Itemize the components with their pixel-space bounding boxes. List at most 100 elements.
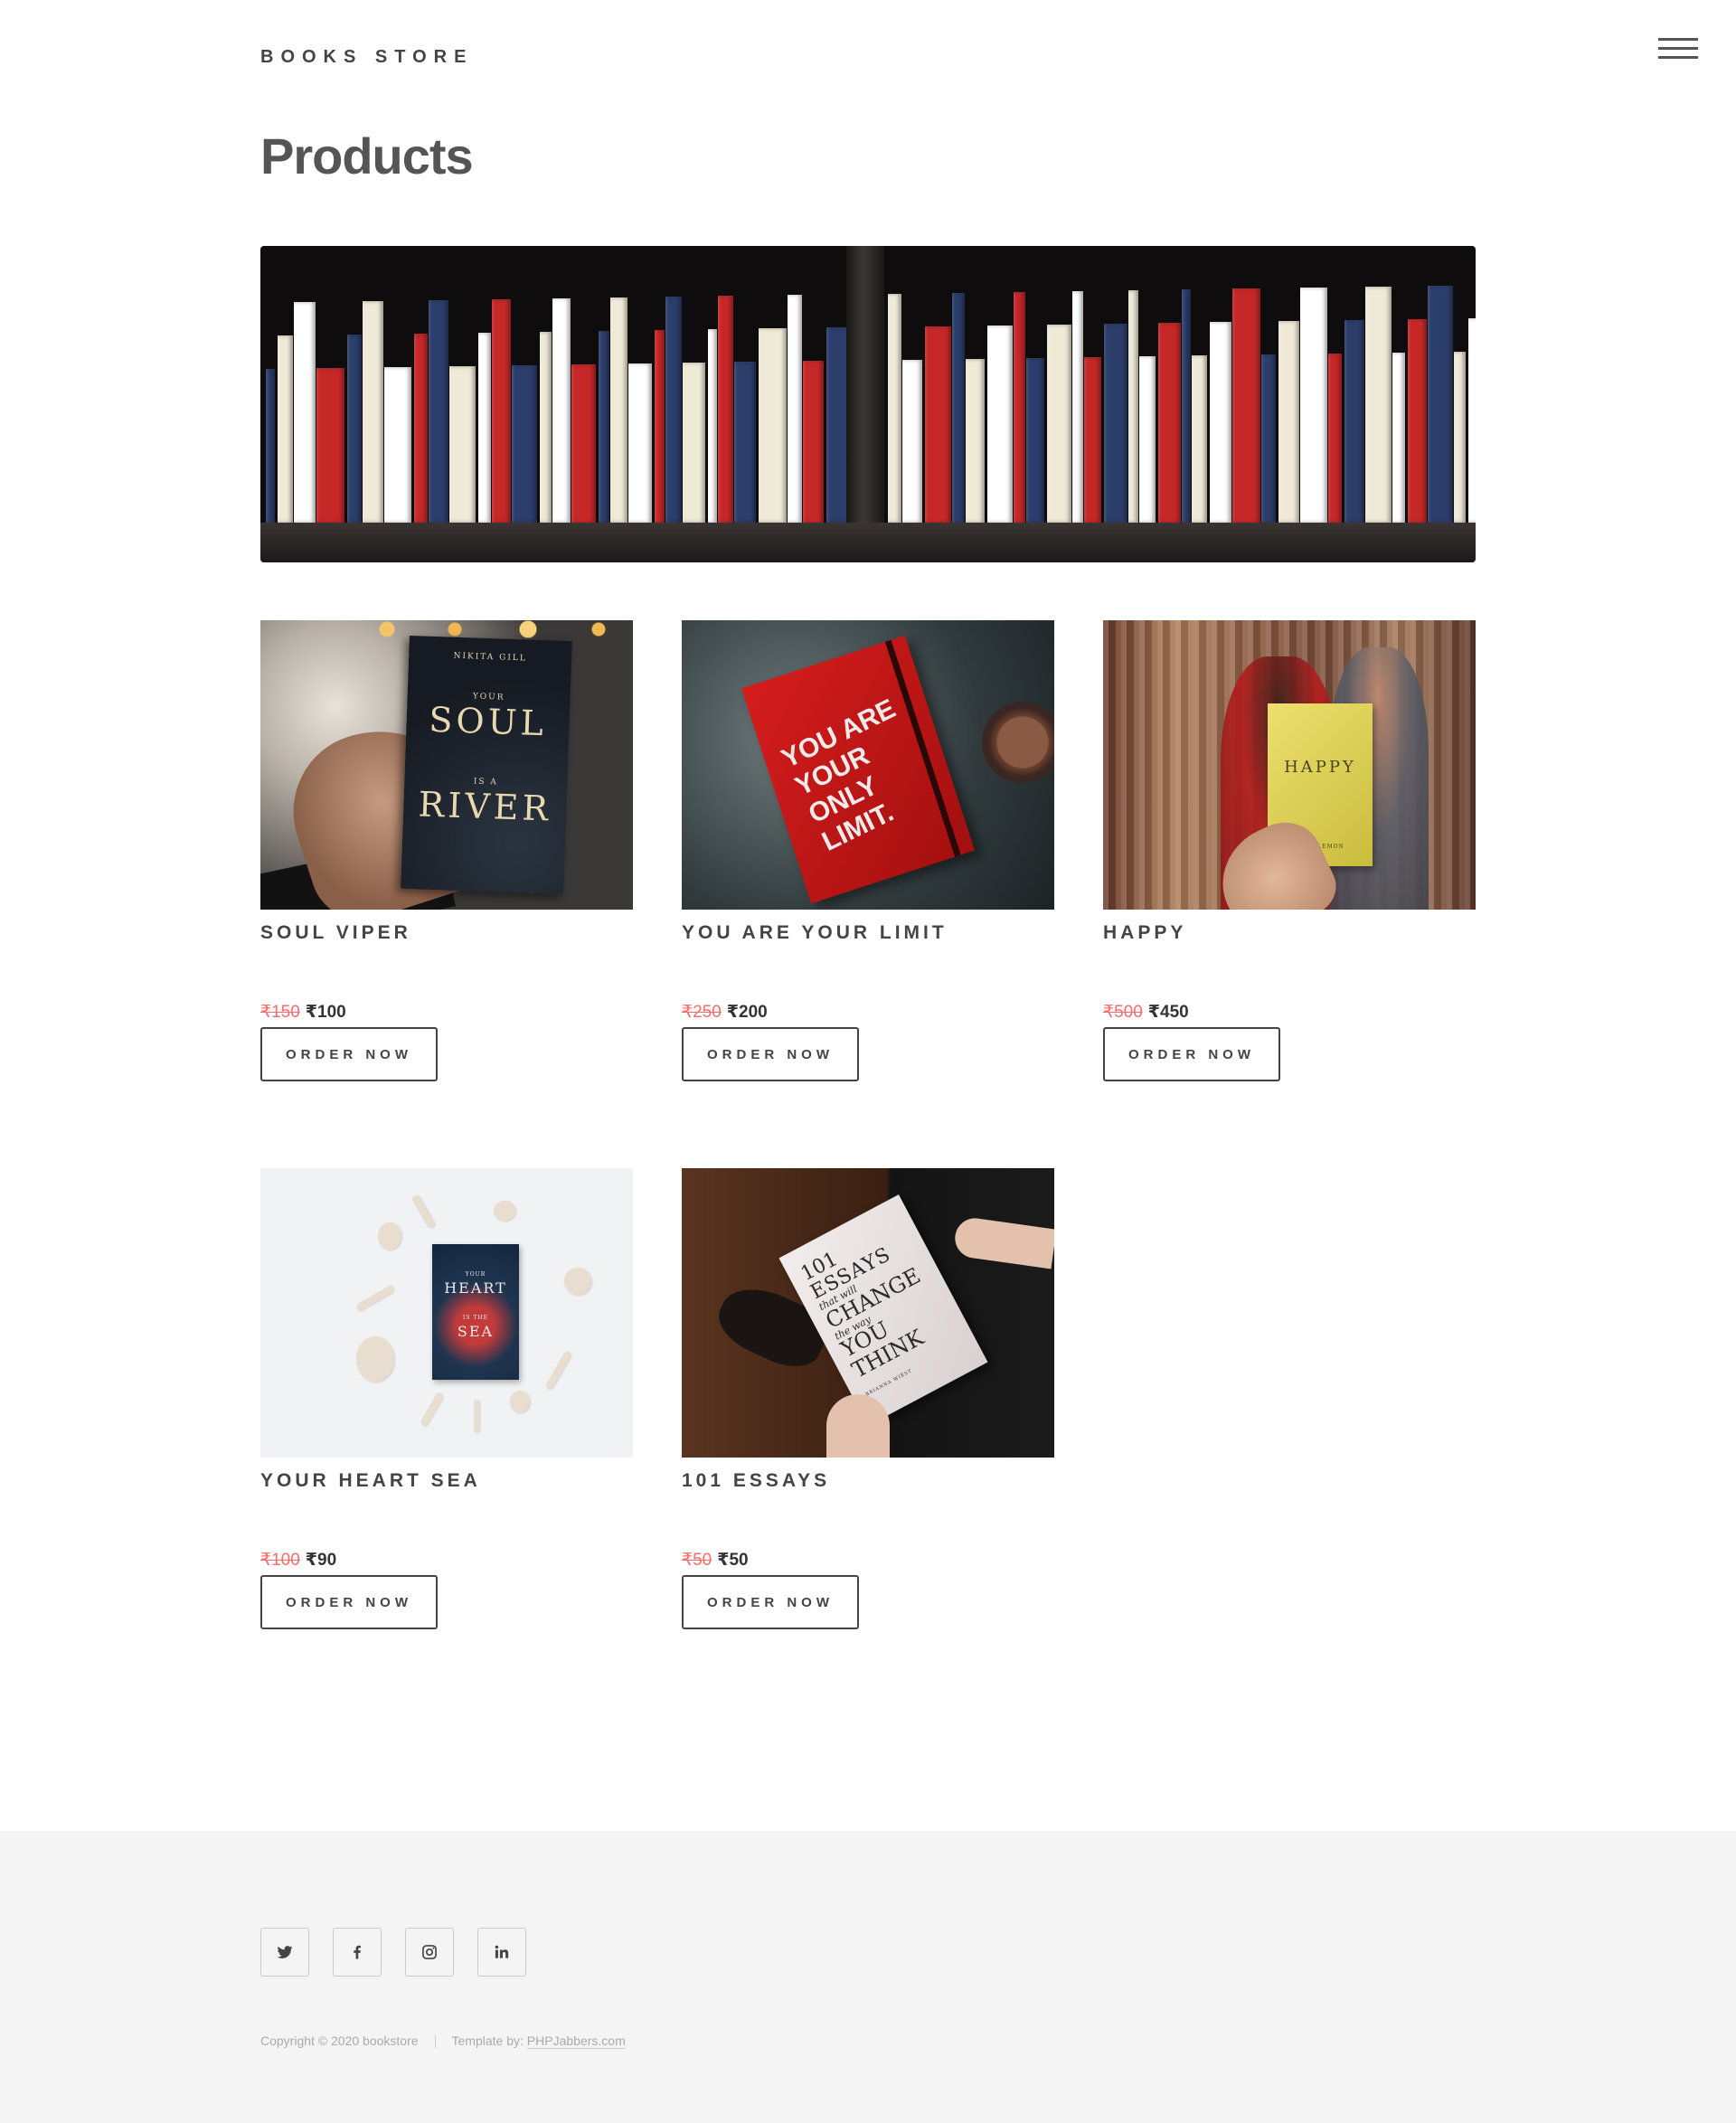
book-spine <box>347 335 362 523</box>
shell <box>356 1284 396 1311</box>
book-cover: NIKITA GILL YOUR SOUL IS A RIVER <box>401 635 572 895</box>
menu-bar <box>1658 56 1698 59</box>
product-image[interactable]: 101 ESSAYS that will CHANGE the way YOU … <box>682 1168 1054 1458</box>
book-spine <box>414 334 428 523</box>
book-spine <box>552 298 571 523</box>
order-now-button[interactable]: ORDER NOW <box>1103 1027 1280 1081</box>
old-price: ₹100 <box>260 1551 300 1570</box>
book-spine <box>316 368 344 523</box>
book-spine <box>540 332 552 523</box>
book-spine <box>266 369 275 523</box>
instagram-glyph <box>422 1945 437 1959</box>
cover-title: SEA <box>457 1323 495 1340</box>
order-now-button[interactable]: ORDER NOW <box>682 1575 859 1629</box>
book-spine <box>734 362 756 523</box>
book-spine <box>1468 318 1476 523</box>
shell <box>494 1201 515 1221</box>
old-price: ₹150 <box>260 1003 300 1022</box>
book-cover: YOU ARE YOUR ONLY LIMIT. <box>741 635 975 904</box>
cover-text: YOU ARE YOUR ONLY LIMIT. <box>777 683 964 858</box>
brand-logo[interactable]: BOOKS STORE <box>260 47 473 68</box>
book-spine <box>1158 323 1181 523</box>
book-spine <box>803 361 824 523</box>
hand <box>952 1215 1054 1269</box>
shell <box>356 1336 394 1382</box>
order-now-button[interactable]: ORDER NOW <box>260 1575 438 1629</box>
book-spine <box>384 367 411 523</box>
product-name[interactable]: YOU ARE YOUR LIMIT <box>682 922 948 944</box>
hand <box>826 1394 890 1458</box>
linkedin-glyph <box>495 1945 509 1958</box>
page-title: Products <box>260 127 474 184</box>
order-now-button[interactable]: ORDER NOW <box>260 1027 438 1081</box>
book-spine <box>294 302 316 523</box>
book-cover: YOUR HEART IS THE SEA <box>432 1244 519 1380</box>
shell <box>474 1400 479 1432</box>
hero-bookshelf-image <box>260 246 1476 562</box>
book-spine <box>708 329 717 523</box>
book-spine <box>1344 320 1364 523</box>
product-name[interactable]: YOUR HEART SEA <box>260 1470 481 1492</box>
product-card: HAPPY ALEX LEMON HAPPY ₹500₹450 ORDER NO… <box>1103 620 1476 1081</box>
product-image[interactable]: HAPPY ALEX LEMON <box>1103 620 1476 910</box>
book-spine <box>1328 354 1342 523</box>
book-spine <box>1428 286 1453 523</box>
book-spine <box>1232 288 1260 523</box>
bokeh-lights <box>360 620 631 638</box>
product-price: ₹250 ₹200 <box>682 1002 768 1023</box>
book-spine <box>718 296 733 523</box>
book-spine <box>1365 287 1392 523</box>
book-spine <box>1210 322 1231 523</box>
order-now-button[interactable]: ORDER NOW <box>682 1027 859 1081</box>
shell <box>420 1391 445 1427</box>
separator <box>434 2035 436 2049</box>
book-spine <box>952 293 965 523</box>
current-price: ₹450 <box>1147 1003 1189 1022</box>
product-name[interactable]: SOUL VIPER <box>260 922 411 944</box>
old-price: ₹500 <box>1103 1003 1143 1022</box>
book-spine <box>1139 356 1156 523</box>
twitter-icon[interactable] <box>260 1928 309 1977</box>
linkedin-icon[interactable] <box>477 1928 526 1977</box>
book-spine <box>1128 290 1138 523</box>
shell <box>545 1350 572 1390</box>
product-name[interactable]: 101 ESSAYS <box>682 1470 830 1492</box>
shelf-board <box>260 523 1476 562</box>
product-image[interactable]: NIKITA GILL YOUR SOUL IS A RIVER <box>260 620 633 910</box>
product-image[interactable]: YOU ARE YOUR ONLY LIMIT. <box>682 620 1054 910</box>
instagram-icon[interactable] <box>405 1928 454 1977</box>
current-price: ₹50 <box>717 1551 749 1570</box>
template-credit-link[interactable]: PHPJabbers.com <box>526 2033 626 2049</box>
book-spine <box>925 326 951 523</box>
shell <box>410 1194 436 1230</box>
product-image[interactable]: YOUR HEART IS THE SEA <box>260 1168 633 1458</box>
book-spine <box>1454 352 1466 523</box>
current-price: ₹90 <box>305 1551 337 1570</box>
book-spine <box>1182 289 1191 523</box>
old-price: ₹250 <box>682 1003 722 1022</box>
book-spine <box>888 294 901 523</box>
hamburger-menu-icon[interactable] <box>1658 36 1698 61</box>
book-spine <box>610 297 627 523</box>
book-spine <box>902 360 922 523</box>
cover-author: NIKITA GILL <box>453 651 527 664</box>
product-name[interactable]: HAPPY <box>1103 922 1186 944</box>
shell <box>378 1222 401 1250</box>
product-card: NIKITA GILL YOUR SOUL IS A RIVER SOUL VI… <box>260 620 633 1081</box>
book-spine <box>571 364 596 523</box>
shell <box>510 1391 530 1412</box>
cover-title: HEART <box>444 1279 507 1297</box>
book-spine <box>683 363 705 523</box>
facebook-glyph <box>354 1945 361 1959</box>
product-card: YOUR HEART IS THE SEA YOUR HEART SEA ₹10… <box>260 1168 633 1629</box>
product-price: ₹500 ₹450 <box>1103 1002 1189 1023</box>
menu-bar <box>1658 38 1698 41</box>
book-spine <box>1261 354 1276 523</box>
shell <box>564 1268 591 1295</box>
book-spine <box>449 366 476 523</box>
shelf-divider <box>846 246 884 562</box>
facebook-icon[interactable] <box>333 1928 382 1977</box>
cover-title: SOUL <box>428 699 548 744</box>
product-card: 101 ESSAYS that will CHANGE the way YOU … <box>682 1168 1054 1629</box>
book-spine <box>759 328 787 523</box>
